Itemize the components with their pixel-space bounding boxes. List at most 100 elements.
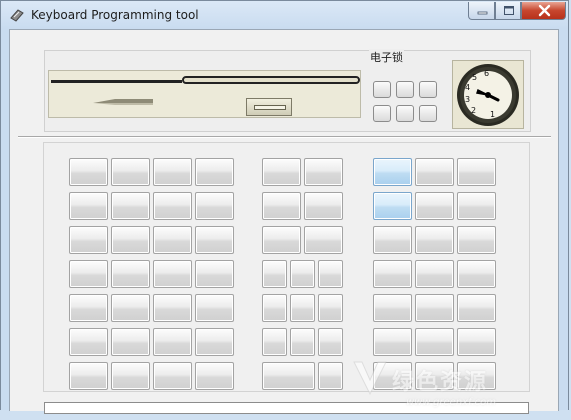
- key-middle-block-r1c2[interactable]: [304, 158, 343, 186]
- key-right-block-r1c3[interactable]: [457, 158, 496, 186]
- key-left-block-r1c3[interactable]: [153, 158, 192, 186]
- key-right-block-r7c1[interactable]: [373, 362, 412, 390]
- key-middle-block-r5c3[interactable]: [318, 294, 343, 322]
- key-left-block-r1c4[interactable]: [195, 158, 234, 186]
- key-left-block-r7c4[interactable]: [195, 362, 234, 390]
- key-middle-block-r1c1[interactable]: [262, 158, 301, 186]
- electronic-lock-buttons: [373, 81, 445, 122]
- key-middle-block-r5c1[interactable]: [262, 294, 287, 322]
- client-area: 电子锁 1 2 3 4 5 6 绿色资源 www.greenxf.com: [9, 29, 559, 414]
- lock-button-1[interactable]: [373, 81, 391, 98]
- key-left-block-r2c3[interactable]: [153, 192, 192, 220]
- key-left-block-r5c1[interactable]: [69, 294, 108, 322]
- key-left-block-r4c2[interactable]: [111, 260, 150, 288]
- key-left-block-r6c3[interactable]: [153, 328, 192, 356]
- dial-number-6: 6: [484, 69, 489, 78]
- key-middle-block-r4c1[interactable]: [262, 260, 287, 288]
- dial-number-5: 5: [472, 73, 477, 82]
- close-icon: [538, 4, 551, 17]
- key-middle-block-r3c1[interactable]: [262, 226, 301, 254]
- key-middle-block-r6c2[interactable]: [290, 328, 315, 356]
- key-left-block-r1c2[interactable]: [111, 158, 150, 186]
- key-right-block-r2c2[interactable]: [415, 192, 454, 220]
- lock-button-3[interactable]: [419, 81, 437, 98]
- minimize-button[interactable]: [468, 2, 495, 20]
- key-right-block-r2c1[interactable]: [373, 192, 412, 220]
- key-middle-block-r4c3[interactable]: [318, 260, 343, 288]
- keyboard-icon: [10, 9, 24, 22]
- card-slot[interactable]: [182, 76, 360, 84]
- maximize-icon: [504, 6, 514, 15]
- key-left-block-r5c2[interactable]: [111, 294, 150, 322]
- key-middle-block-r6c1[interactable]: [262, 328, 287, 356]
- key-left-block-r1c1[interactable]: [69, 158, 108, 186]
- key-right-block-r3c3[interactable]: [457, 226, 496, 254]
- key-middle-block-r2c1[interactable]: [262, 192, 301, 220]
- close-button[interactable]: [521, 2, 566, 20]
- card-reader-panel: [48, 70, 361, 118]
- card-reader-button[interactable]: [246, 98, 292, 116]
- key-right-block-r6c3[interactable]: [457, 328, 496, 356]
- app-window: Keyboard Programming tool 电子锁 1 2 3 4 5 …: [0, 0, 569, 414]
- key-middle-block-r5c2[interactable]: [290, 294, 315, 322]
- lock-button-2[interactable]: [396, 81, 414, 98]
- key-right-block-r3c1[interactable]: [373, 226, 412, 254]
- key-middle-block-r2c2[interactable]: [304, 192, 343, 220]
- key-left-block-r2c2[interactable]: [111, 192, 150, 220]
- reader-lock-group: 电子锁 1 2 3 4 5 6: [44, 49, 531, 132]
- key-left-block-r6c1[interactable]: [69, 328, 108, 356]
- key-middle-block-r7c2[interactable]: [318, 362, 343, 390]
- programmable-keypad: [43, 142, 530, 392]
- key-left-block-r3c3[interactable]: [153, 226, 192, 254]
- key-middle-block-r6c3[interactable]: [318, 328, 343, 356]
- key-right-block-r3c2[interactable]: [415, 226, 454, 254]
- minimize-icon: [477, 11, 488, 15]
- key-right-block-r6c2[interactable]: [415, 328, 454, 356]
- section-divider: [18, 136, 551, 138]
- key-right-block-r1c1[interactable]: [373, 158, 412, 186]
- key-right-block-r5c2[interactable]: [415, 294, 454, 322]
- key-right-block-r6c1[interactable]: [373, 328, 412, 356]
- key-left-block-r4c3[interactable]: [153, 260, 192, 288]
- key-right-block-r4c2[interactable]: [415, 260, 454, 288]
- key-right-block-r4c1[interactable]: [373, 260, 412, 288]
- dial-number-4: 4: [465, 83, 470, 92]
- key-left-block-r2c4[interactable]: [195, 192, 234, 220]
- key-left-block-r3c4[interactable]: [195, 226, 234, 254]
- dial-number-3: 3: [465, 95, 470, 104]
- key-left-block-r7c3[interactable]: [153, 362, 192, 390]
- key-left-block-r4c1[interactable]: [69, 260, 108, 288]
- key-right-block-r5c1[interactable]: [373, 294, 412, 322]
- key-left-block-r5c4[interactable]: [195, 294, 234, 322]
- key-left-block-r7c1[interactable]: [69, 362, 108, 390]
- key-right-block-r1c2[interactable]: [415, 158, 454, 186]
- dial-number-1: 1: [490, 110, 495, 119]
- lock-button-6[interactable]: [419, 105, 437, 122]
- key-right-block-r7c2[interactable]: [415, 362, 454, 390]
- key-left-block-r4c4[interactable]: [195, 260, 234, 288]
- key-left-block-r5c3[interactable]: [153, 294, 192, 322]
- key-left-block-r2c1[interactable]: [69, 192, 108, 220]
- key-left-block-r3c1[interactable]: [69, 226, 108, 254]
- key-middle-block-r4c2[interactable]: [290, 260, 315, 288]
- key-middle-block-r7c1[interactable]: [262, 362, 315, 390]
- status-bar: [44, 402, 529, 414]
- key-left-block-r6c2[interactable]: [111, 328, 150, 356]
- key-left-block-r7c2[interactable]: [111, 362, 150, 390]
- title-bar[interactable]: Keyboard Programming tool: [1, 1, 568, 29]
- lock-button-4[interactable]: [373, 105, 391, 122]
- lock-dial-icon[interactable]: 1 2 3 4 5 6: [454, 61, 522, 129]
- key-right-block-r5c3[interactable]: [457, 294, 496, 322]
- swipe-direction-icon: [93, 99, 153, 105]
- key-left-block-r3c2[interactable]: [111, 226, 150, 254]
- key-right-block-r4c3[interactable]: [457, 260, 496, 288]
- key-middle-block-r3c2[interactable]: [304, 226, 343, 254]
- card-slot-rail: [51, 80, 182, 83]
- key-right-block-r7c3[interactable]: [457, 362, 496, 390]
- electronic-lock-label: 电子锁: [369, 49, 404, 65]
- key-left-block-r6c4[interactable]: [195, 328, 234, 356]
- lock-button-5[interactable]: [396, 105, 414, 122]
- maximize-button[interactable]: [495, 2, 521, 20]
- window-title: Keyboard Programming tool: [31, 8, 199, 22]
- key-right-block-r2c3[interactable]: [457, 192, 496, 220]
